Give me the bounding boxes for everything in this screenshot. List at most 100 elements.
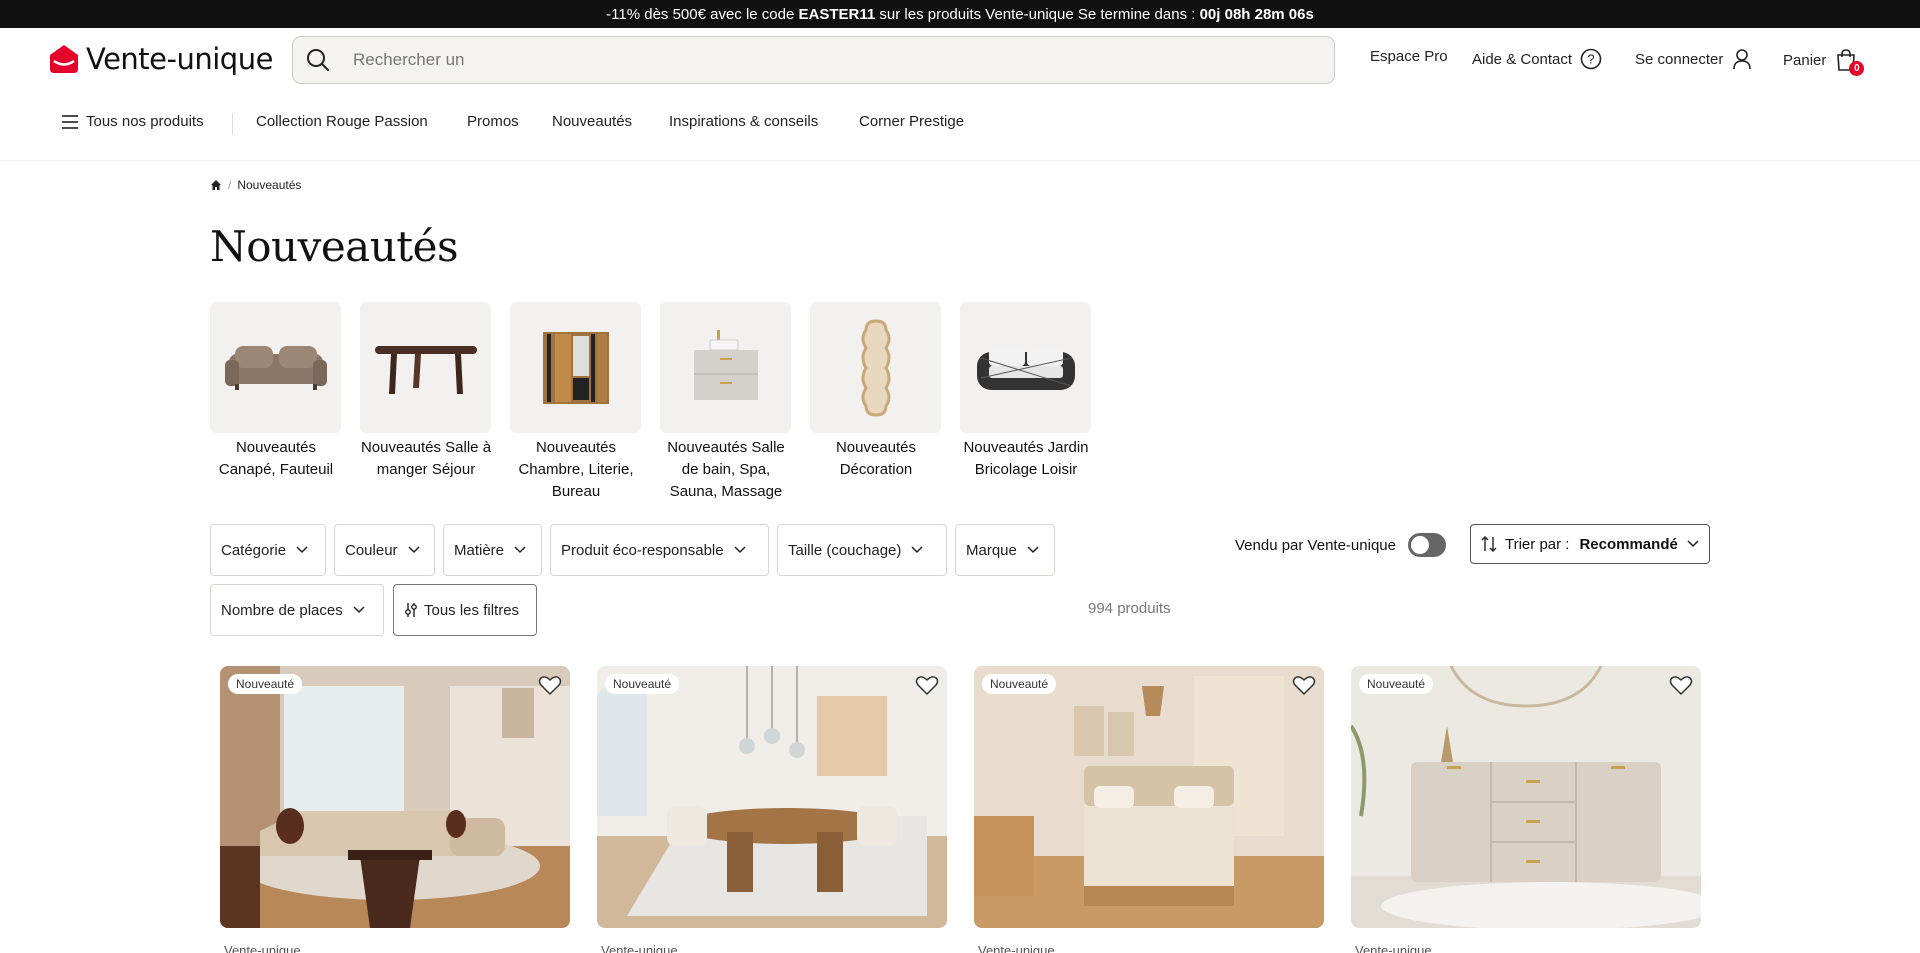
svg-text:?: ?	[1587, 52, 1594, 67]
cart-icon-wrap: 0	[1834, 48, 1865, 76]
logo-text: Vente-unique	[86, 42, 273, 76]
nouveaute-badge: Nouveauté	[982, 674, 1057, 694]
product-image[interactable]	[597, 666, 947, 928]
vendu-par-label: Vendu par Vente-unique	[1235, 536, 1396, 554]
menu-separator	[0, 160, 1920, 161]
chevron-down-icon	[1027, 546, 1039, 554]
filter-label: Marque	[966, 541, 1017, 559]
product-card[interactable]: Nouveauté	[1351, 666, 1701, 928]
filter-categorie[interactable]: Catégorie	[210, 524, 326, 576]
all-products-label: Tous nos produits	[86, 113, 204, 130]
chevron-down-icon	[734, 546, 746, 554]
category-jardin[interactable]: Nouveautés Jardin Bricolage Loisir	[960, 302, 1092, 481]
menu-item-corner-prestige[interactable]: Corner Prestige	[859, 113, 964, 130]
chevron-down-icon	[911, 546, 923, 554]
search-bar[interactable]	[292, 36, 1335, 84]
category-label: Nouveautés Décoration	[835, 439, 917, 478]
category-label: Nouveautés Chambre, Literie, Bureau	[518, 439, 634, 500]
menu-item-inspirations[interactable]: Inspirations & conseils	[669, 113, 818, 130]
product-brand: Vente-unique	[978, 943, 1055, 953]
heart-icon[interactable]	[538, 674, 562, 696]
product-card[interactable]: Nouveauté	[974, 666, 1324, 928]
all-filters-button[interactable]: Tous les filtres	[393, 584, 537, 636]
all-products-menu[interactable]: Tous nos produits	[62, 113, 204, 130]
filter-label: Nombre de places	[221, 601, 343, 619]
category-thumb	[510, 302, 641, 433]
heart-icon[interactable]	[1292, 674, 1316, 696]
category-chambre[interactable]: Nouveautés Chambre, Literie, Bureau	[510, 302, 642, 503]
page-title: Nouveautés	[210, 222, 459, 271]
chevron-down-icon	[353, 606, 365, 614]
filter-label: Couleur	[345, 541, 398, 559]
all-filters-label: Tous les filtres	[424, 601, 520, 619]
vendu-par-toggle[interactable]	[1407, 533, 1446, 557]
menu-item-rouge-passion[interactable]: Collection Rouge Passion	[256, 113, 428, 130]
promo-middle: sur les produits Vente-unique Se termine…	[875, 5, 1200, 23]
breadcrumb-separator: /	[228, 178, 232, 192]
aide-contact-label: Aide & Contact	[1472, 50, 1573, 68]
category-salle-de-bain[interactable]: Nouveautés Salle de bain, Spa, Sauna, Ma…	[660, 302, 792, 503]
home-icon[interactable]	[210, 179, 222, 191]
main-menu: Tous nos produits Collection Rouge Passi…	[0, 105, 1920, 141]
product-brand: Vente-unique	[224, 943, 301, 953]
filter-matiere[interactable]: Matière	[443, 524, 542, 576]
hamburger-icon	[62, 114, 78, 129]
category-thumb	[660, 302, 791, 433]
sort-select[interactable]: Trier par : Recommandé	[1470, 524, 1710, 564]
category-canape[interactable]: Nouveautés Canapé, Fauteuil	[210, 302, 342, 481]
nouveaute-badge: Nouveauté	[1359, 674, 1434, 694]
cart-label: Panier	[1783, 51, 1827, 69]
product-image[interactable]	[220, 666, 570, 928]
category-thumb	[210, 302, 341, 433]
mirror-icon	[861, 318, 890, 417]
filter-label: Produit éco-responsable	[561, 541, 724, 559]
site-header: Vente-unique Espace Pro Aide & Contact ?…	[0, 28, 1920, 92]
product-brand: Vente-unique	[601, 943, 678, 953]
chevron-down-icon	[296, 546, 308, 554]
search-icon[interactable]	[305, 47, 331, 73]
category-decoration[interactable]: Nouveautés Décoration	[810, 302, 942, 481]
cart-link[interactable]: Panier 0	[1783, 48, 1865, 76]
menu-item-promos[interactable]: Promos	[467, 113, 519, 130]
search-input[interactable]	[353, 50, 1253, 70]
espace-pro-link[interactable]: Espace Pro	[1370, 48, 1448, 65]
product-count: 994 produits	[1088, 600, 1171, 617]
breadcrumb-current: Nouveautés	[237, 178, 302, 192]
cart-count-badge: 0	[1849, 61, 1865, 76]
product-card[interactable]: Nouveauté	[597, 666, 947, 928]
breadcrumb: / Nouveautés	[210, 178, 301, 192]
promo-countdown: 00j 08h 28m 06s	[1199, 5, 1314, 23]
category-salle-a-manger[interactable]: Nouveautés Salle à manger Séjour	[360, 302, 492, 481]
help-icon: ?	[1580, 48, 1602, 70]
nouveaute-badge: Nouveauté	[605, 674, 680, 694]
product-image[interactable]	[974, 666, 1324, 928]
filter-nombre-places[interactable]: Nombre de places	[210, 584, 384, 636]
sort-value: Recommandé	[1579, 535, 1678, 553]
category-thumb	[810, 302, 941, 433]
filter-couleur[interactable]: Couleur	[334, 524, 435, 576]
user-icon	[1733, 49, 1752, 70]
filter-eco-responsable[interactable]: Produit éco-responsable	[550, 524, 769, 576]
category-thumb	[360, 302, 491, 433]
product-image[interactable]	[1351, 666, 1701, 928]
product-card[interactable]: Nouveauté	[220, 666, 570, 928]
category-label: Nouveautés Salle à manger Séjour	[360, 439, 492, 478]
table-icon	[374, 345, 477, 394]
garden-sofa-icon	[976, 345, 1075, 390]
category-thumb	[960, 302, 1091, 433]
logo[interactable]: Vente-unique	[48, 42, 273, 76]
heart-icon[interactable]	[1669, 674, 1693, 696]
chevron-down-icon	[1687, 540, 1699, 548]
aide-contact-link[interactable]: Aide & Contact ?	[1472, 48, 1602, 70]
filter-marque[interactable]: Marque	[955, 524, 1055, 576]
login-link[interactable]: Se connecter	[1635, 48, 1753, 70]
category-label: Nouveautés Salle de bain, Spa, Sauna, Ma…	[667, 439, 785, 500]
login-label: Se connecter	[1635, 50, 1724, 68]
espace-pro-label: Espace Pro	[1370, 48, 1448, 65]
heart-icon[interactable]	[915, 674, 939, 696]
filter-taille-couchage[interactable]: Taille (couchage)	[777, 524, 947, 576]
menu-item-nouveautes[interactable]: Nouveautés	[552, 113, 632, 130]
menu-divider	[232, 113, 233, 135]
promo-code: EASTER11	[798, 5, 876, 23]
sort-arrows-icon	[1481, 536, 1497, 552]
